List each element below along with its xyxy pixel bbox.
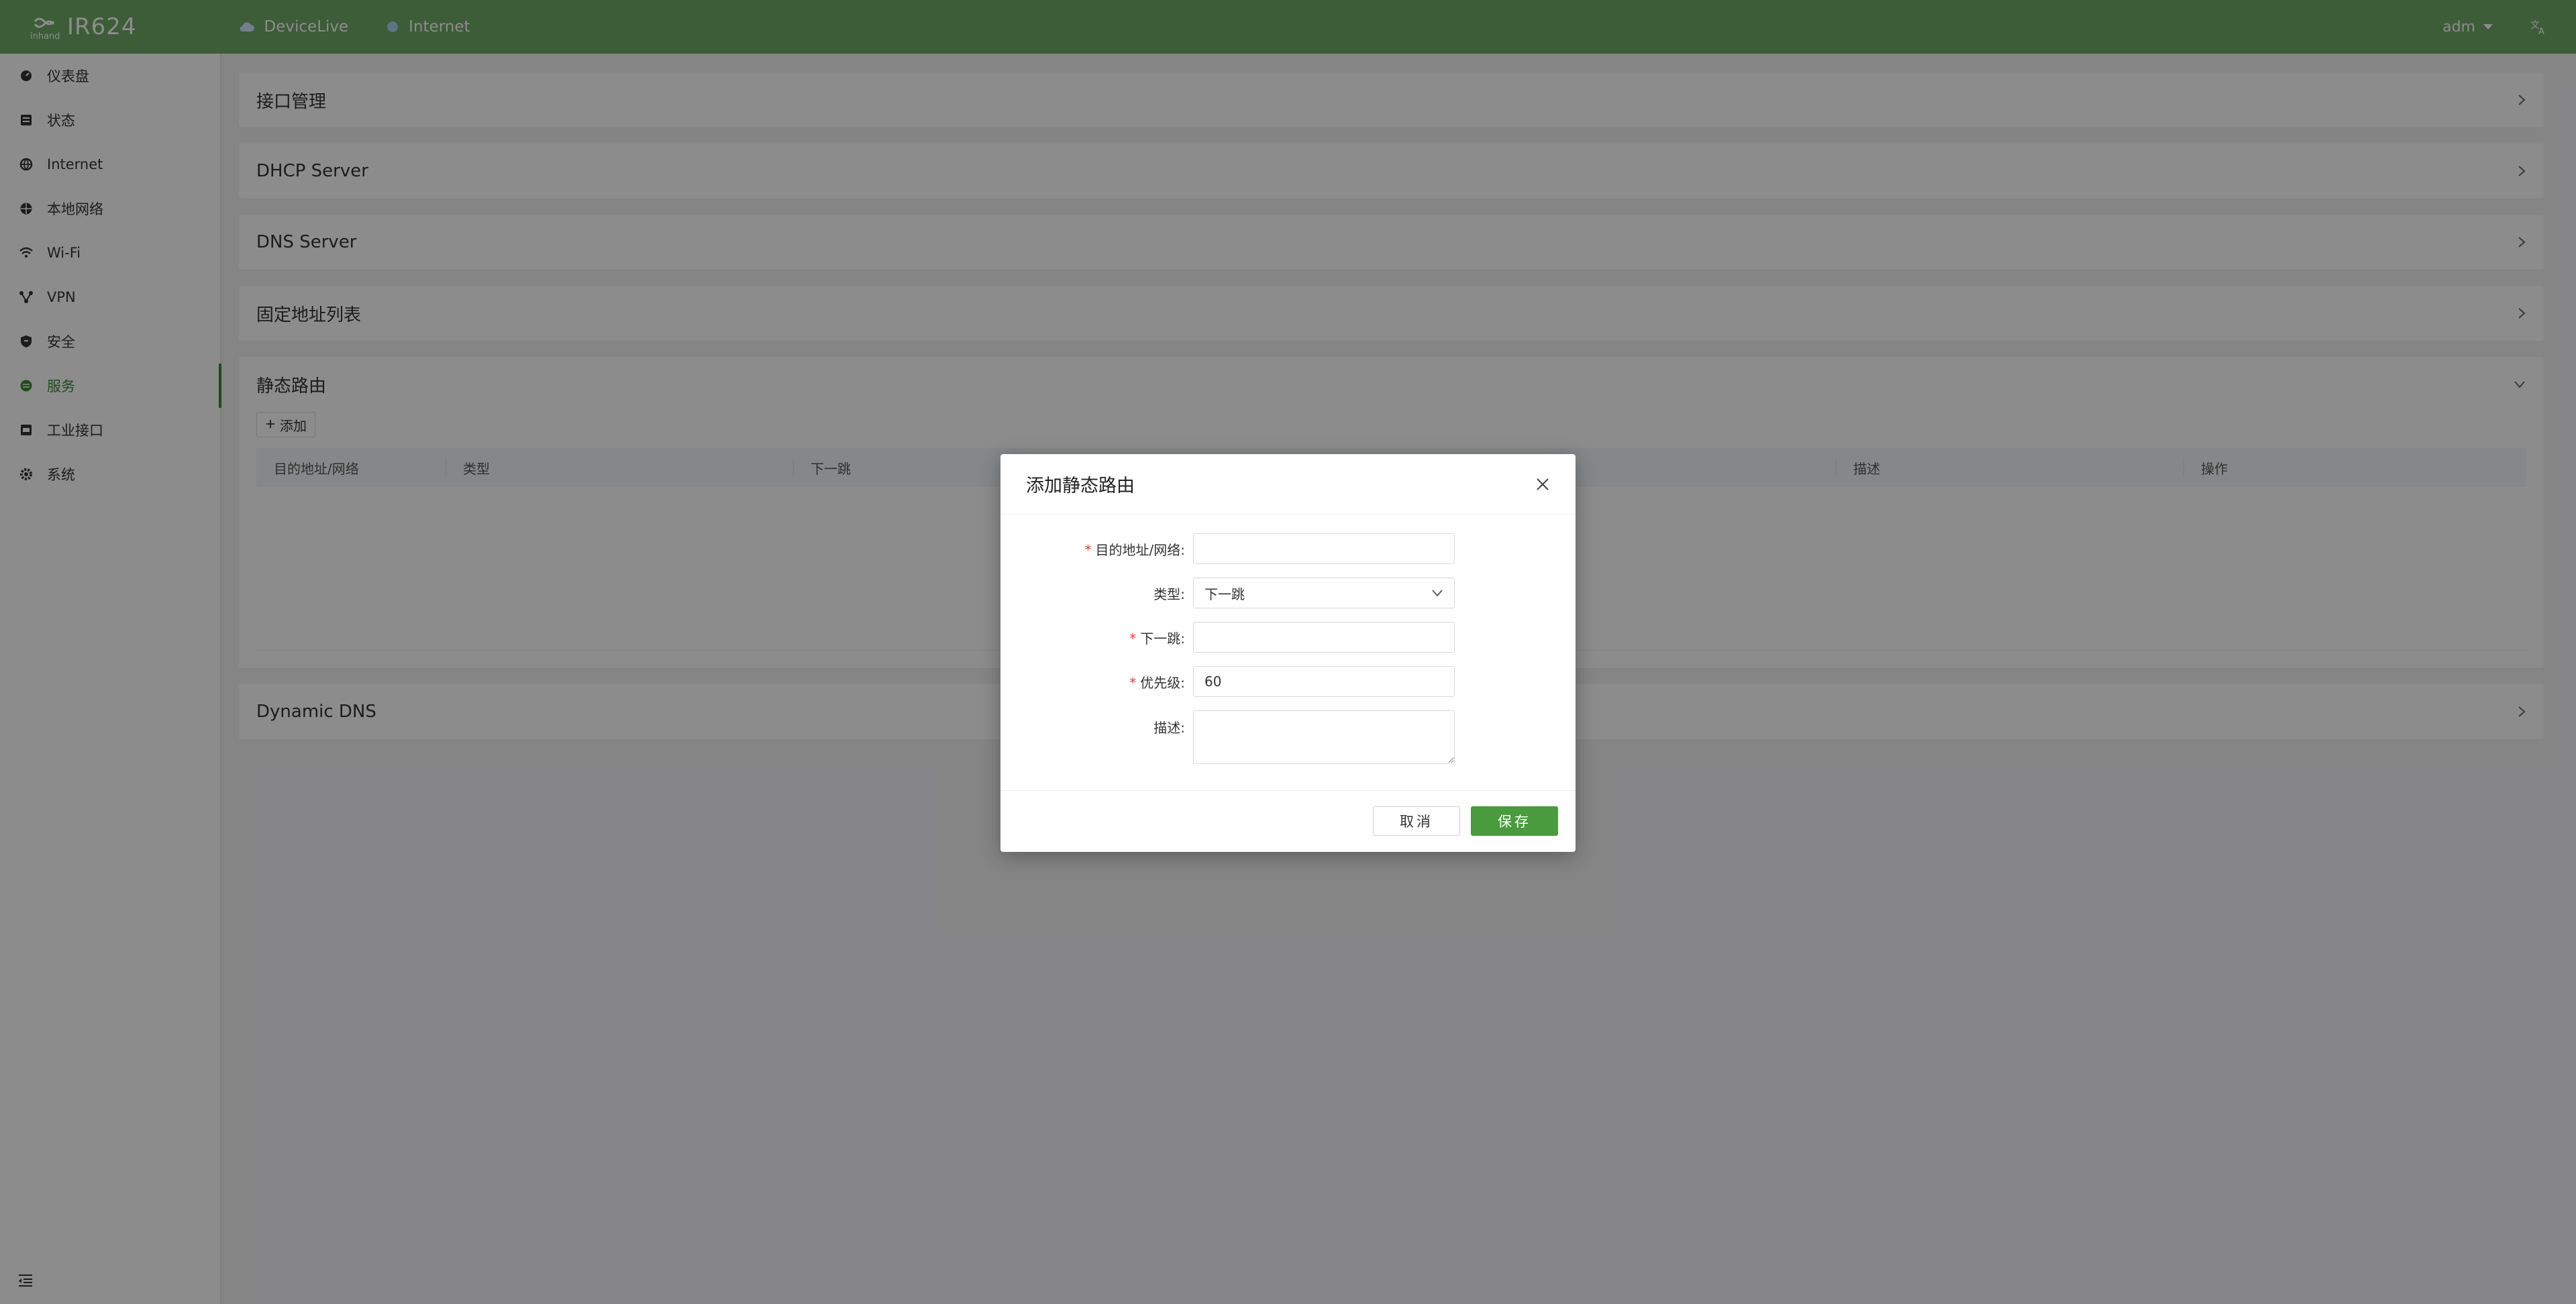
type-selected-value: 下一跳 — [1204, 586, 1245, 602]
form-row-destination: * 目的地址/网络: — [1000, 533, 1576, 564]
form-row-priority: * 优先级: — [1000, 666, 1576, 697]
type-select[interactable]: 下一跳 — [1193, 578, 1455, 608]
priority-label: * 优先级: — [1129, 674, 1185, 691]
close-icon[interactable] — [1535, 477, 1550, 492]
next-hop-label: * 下一跳: — [1129, 630, 1185, 647]
chevron-down-icon — [1431, 589, 1443, 597]
cancel-button[interactable]: 取消 — [1373, 806, 1460, 836]
form-row-type: 类型: 下一跳 — [1000, 578, 1576, 608]
priority-input[interactable] — [1193, 666, 1455, 697]
description-label: 描述: — [1153, 720, 1185, 736]
dialog-title: 添加静态路由 — [1026, 476, 1135, 496]
next-hop-input[interactable] — [1193, 622, 1455, 653]
destination-input[interactable] — [1193, 533, 1455, 564]
save-button[interactable]: 保存 — [1471, 806, 1558, 836]
description-textarea[interactable] — [1193, 710, 1455, 764]
form-row-next-hop: * 下一跳: — [1000, 622, 1576, 653]
required-marker: * — [1084, 541, 1092, 558]
type-label: 类型: — [1153, 586, 1185, 602]
required-marker: * — [1129, 630, 1137, 647]
form-row-description: 描述: — [1000, 710, 1576, 764]
add-static-route-dialog: 添加静态路由 *目的地址/网络: 类型: 下一跳 *下一跳: *优先级: 描述: — [1000, 454, 1576, 852]
required-marker: * — [1129, 674, 1137, 691]
destination-label: * 目的地址/网络: — [1084, 541, 1186, 558]
